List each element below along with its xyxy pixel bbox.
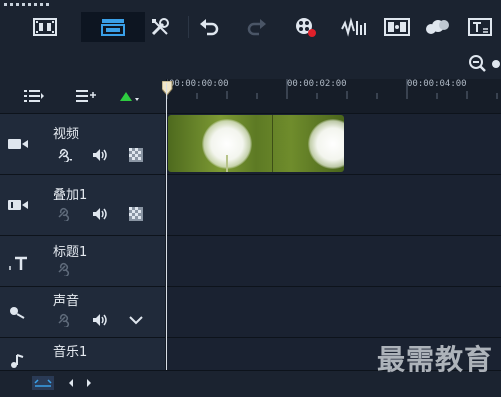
track-label: 视频 [53, 127, 80, 142]
undo-button[interactable] [192, 12, 226, 42]
timeline-view-button[interactable] [81, 12, 145, 42]
main-toolbar [0, 0, 501, 52]
audio-ducking-icon[interactable] [128, 313, 144, 327]
fit-project-icon[interactable] [32, 376, 54, 390]
track-header-video[interactable]: 视频 [0, 114, 165, 175]
tools-icon [151, 18, 169, 36]
dandelion-image [308, 119, 344, 169]
scroll-right-icon[interactable] [84, 377, 94, 389]
dandelion-stem [226, 155, 228, 172]
track-label: 标题1 [53, 245, 88, 260]
track-label: 叠加1 [53, 188, 88, 203]
ripple-link-icon[interactable] [56, 262, 72, 276]
undo-icon [200, 19, 219, 36]
track-header-overlay[interactable]: 叠加1 [0, 175, 165, 236]
zoom-slider-handle[interactable] [492, 60, 500, 68]
tools-button[interactable] [143, 12, 177, 42]
frame-divider [272, 115, 273, 172]
checker-icon[interactable] [128, 148, 144, 162]
add-remove-chapter-icon[interactable] [76, 89, 96, 103]
speaker-icon[interactable] [92, 148, 108, 162]
green-triangle-icon [120, 92, 139, 101]
zoom-bar [0, 52, 501, 79]
speaker-icon[interactable] [92, 207, 108, 221]
checker-icon[interactable] [128, 207, 144, 221]
sound-mixer-icon [341, 17, 366, 37]
zoom-out-icon[interactable] [468, 54, 488, 74]
video-track-icon [6, 135, 30, 153]
ruler-marks [167, 79, 498, 99]
music-note-icon [6, 352, 30, 370]
storyboard-view-button[interactable] [28, 12, 62, 42]
track-options-dropdown[interactable] [118, 89, 142, 108]
record-capture-icon [296, 18, 316, 37]
track-manager-icon[interactable] [24, 89, 44, 103]
title-track-icon [6, 254, 30, 272]
track-header-title[interactable]: 标题1 [0, 236, 165, 287]
ripple-link-icon[interactable] [56, 207, 72, 221]
track-label: 声音 [53, 294, 80, 309]
auto-music-icon [384, 18, 410, 36]
speaker-icon[interactable] [92, 313, 108, 327]
overlay-lane[interactable] [166, 175, 501, 236]
record-capture-button[interactable] [288, 12, 322, 42]
redo-button[interactable] [240, 12, 274, 42]
subtitle-editor-button[interactable] [464, 12, 498, 42]
overlay-track-icon [6, 196, 30, 214]
playhead-line[interactable] [166, 83, 167, 370]
title-lane[interactable] [166, 236, 501, 287]
ripple-link-icon[interactable] [56, 148, 72, 162]
timeline-ruler[interactable]: 00:00:00:00 00:00:02:00 00:00:04:00 [162, 79, 501, 113]
auto-music-button[interactable] [380, 12, 414, 42]
watermark-text: 最需教育 [376, 343, 493, 376]
motion-tracking-icon [426, 20, 449, 34]
ripple-link-icon[interactable] [56, 313, 72, 327]
timeline-view-icon [101, 19, 125, 36]
voice-lane[interactable] [166, 287, 501, 338]
subtitle-editor-icon [468, 18, 492, 36]
storyboard-view-icon [33, 18, 57, 36]
redo-icon [247, 19, 266, 36]
microphone-icon [6, 303, 30, 321]
video-clip[interactable] [168, 115, 344, 172]
scroll-left-icon[interactable] [66, 377, 76, 389]
track-header-music[interactable]: 音乐1 [0, 338, 165, 371]
toolbar-separator [188, 16, 189, 38]
sound-mixer-button[interactable] [336, 12, 370, 42]
toolbar-grip[interactable] [4, 3, 50, 6]
track-label: 音乐1 [53, 345, 88, 360]
playhead-marker[interactable] [162, 81, 173, 97]
track-header-voice[interactable]: 声音 [0, 287, 165, 338]
motion-tracking-button[interactable] [420, 12, 454, 42]
